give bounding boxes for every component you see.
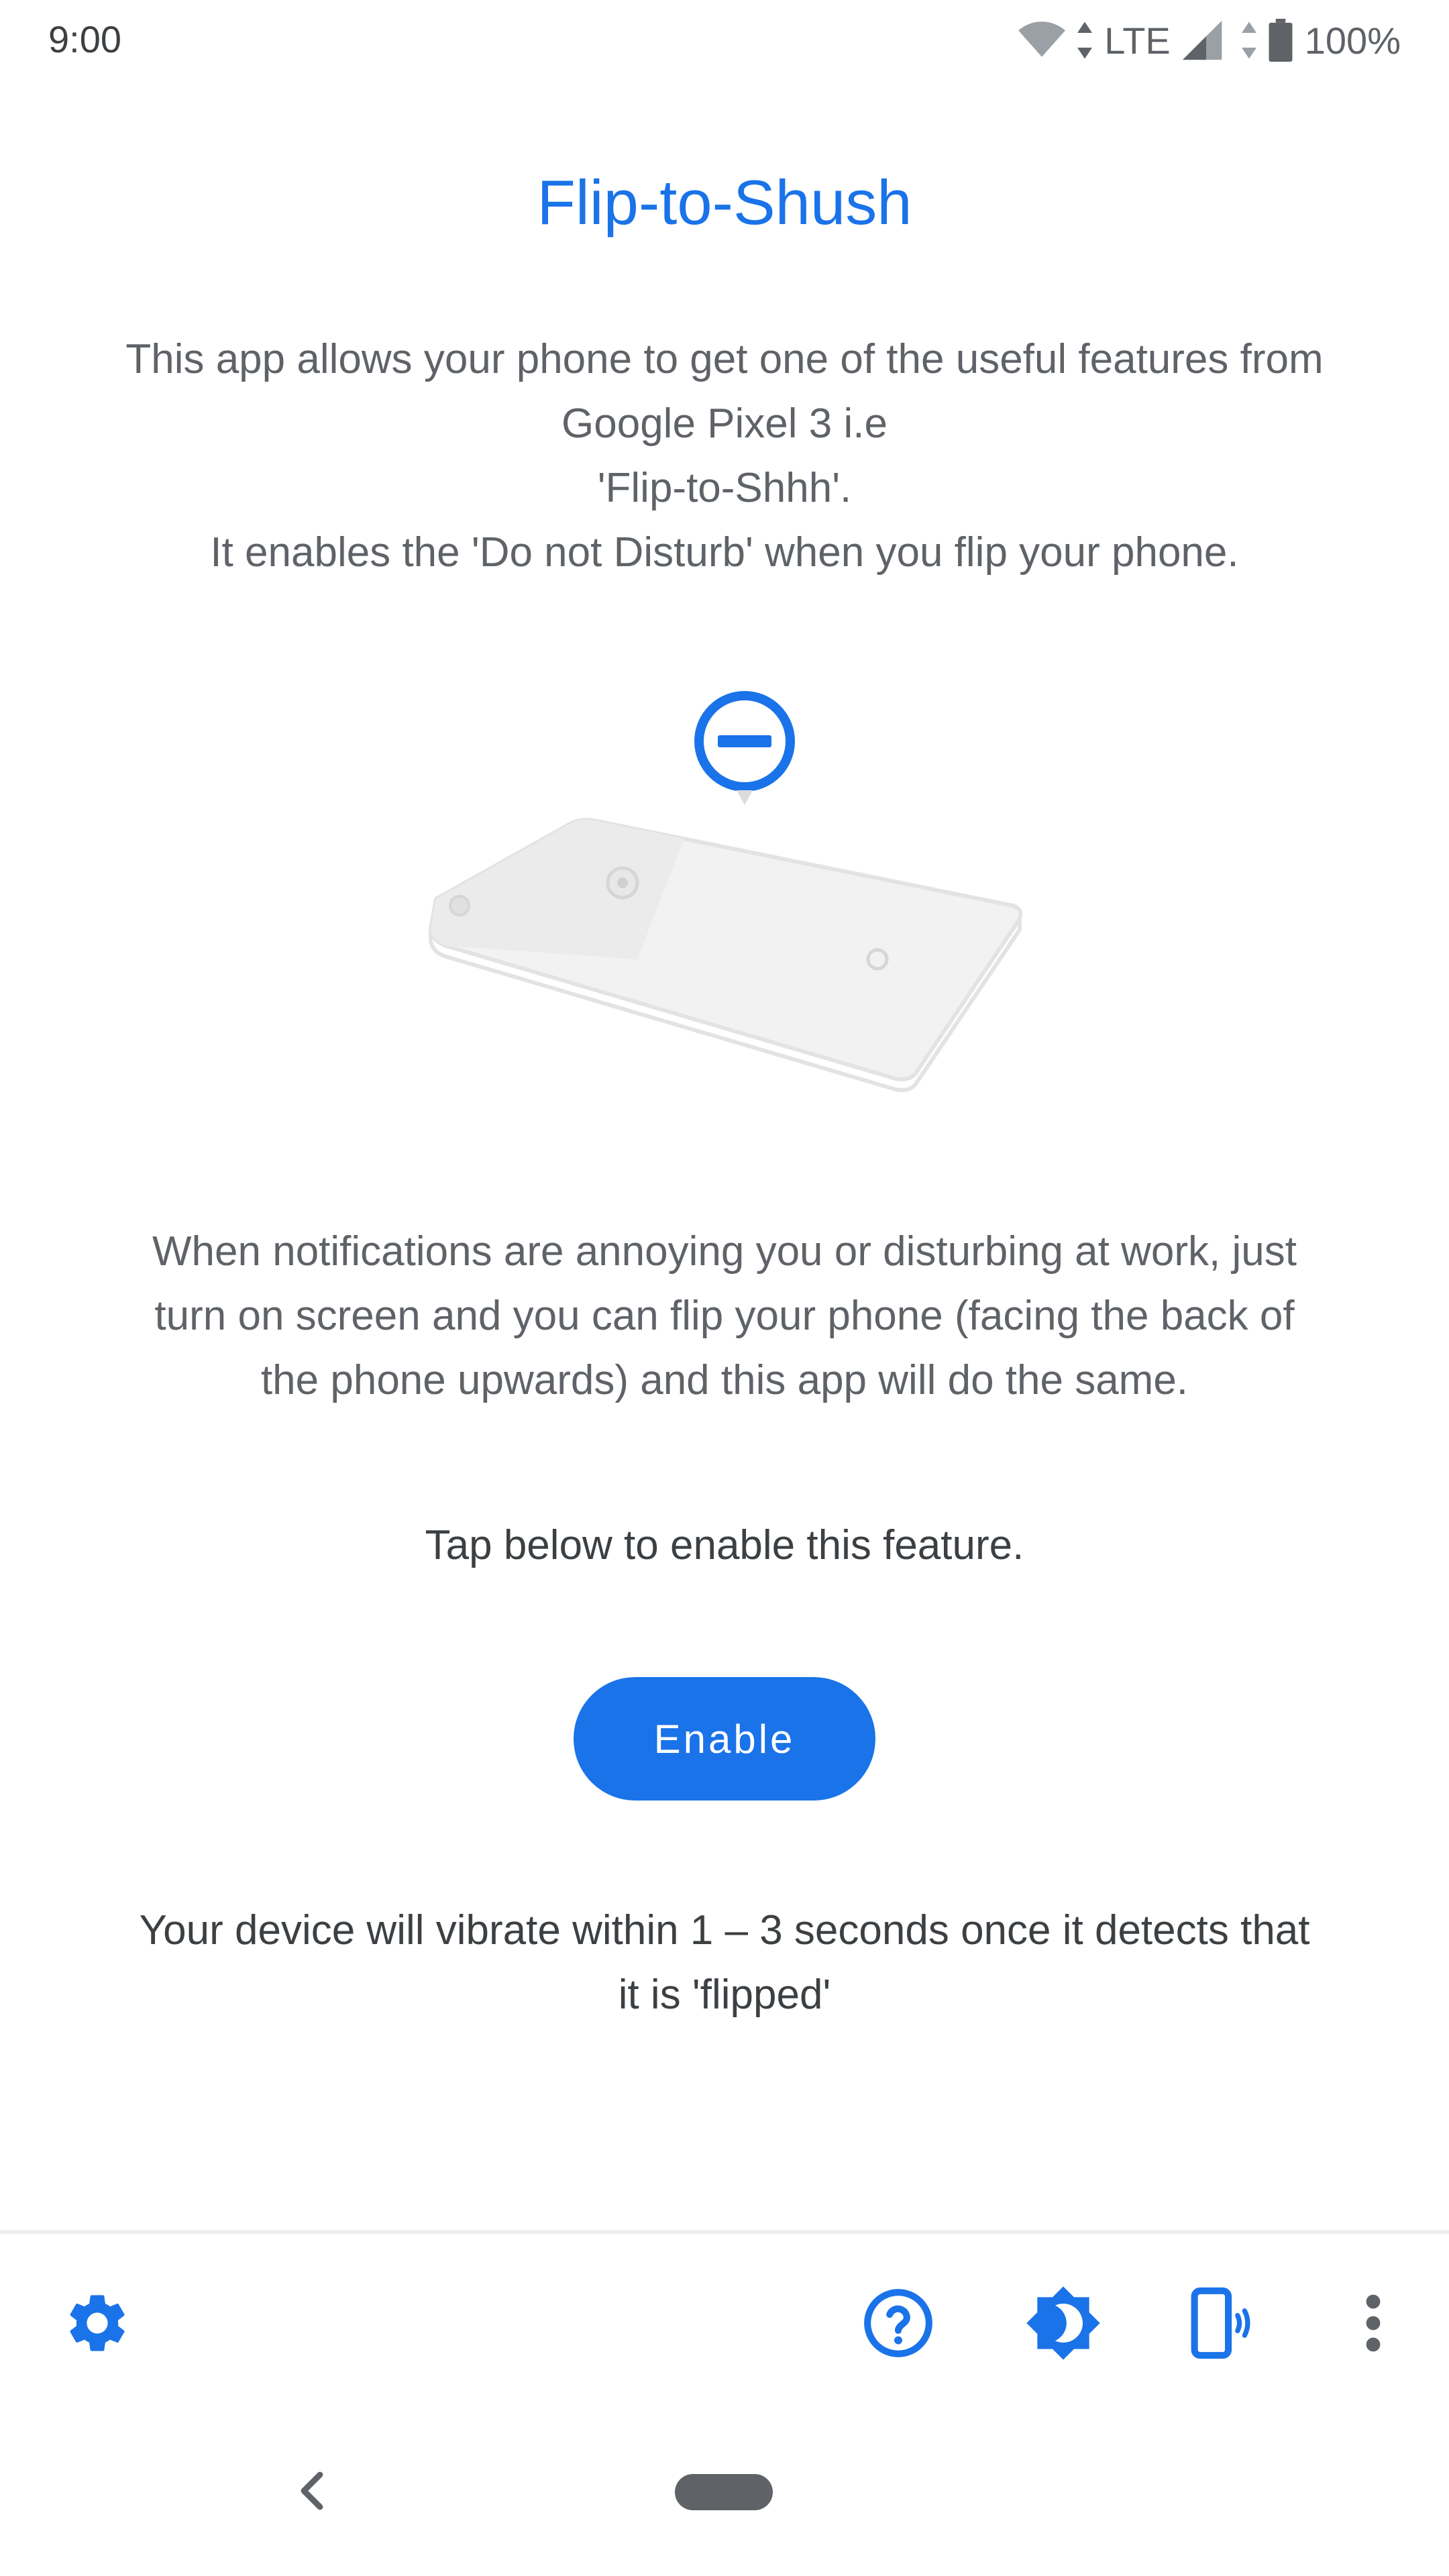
status-bar: 9:00 LTE 100% [0, 0, 1449, 80]
tap-instruction: Tap below to enable this feature. [425, 1522, 1024, 1568]
flip-phone-illustration [416, 678, 1033, 1093]
paragraph-line: the phone upwards) and this app will do … [260, 1357, 1189, 1403]
data-arrows-icon [1077, 21, 1093, 59]
wifi-icon [1018, 21, 1066, 59]
brightness-icon [1024, 2284, 1102, 2365]
paragraph-line: turn on screen and you can flip your pho… [154, 1293, 1295, 1339]
status-time: 9:00 [48, 18, 121, 60]
brightness-button[interactable] [1026, 2286, 1100, 2361]
description-line: 'Flip-to-Shhh'. [597, 465, 852, 511]
description: This app allows your phone to get one of… [67, 327, 1382, 585]
settings-button[interactable] [60, 2288, 134, 2361]
battery-percent: 100% [1304, 19, 1401, 62]
home-pill[interactable] [675, 2474, 773, 2510]
status-icons: LTE 100% [1018, 13, 1401, 67]
vibrate-note: Your device will vibrate within 1 – 3 se… [67, 1898, 1382, 2027]
more-vert-icon [1360, 2291, 1387, 2359]
enable-button[interactable]: Enable [574, 1677, 875, 1801]
help-icon [861, 2286, 935, 2363]
description-line: Google Pixel 3 i.e [561, 400, 888, 447]
description-line: This app allows your phone to get one of… [125, 336, 1324, 382]
data-arrows-icon [1241, 21, 1256, 59]
description-line: It enables the 'Do not Disturb' when you… [210, 529, 1239, 576]
page-title: Flip-to-Shush [537, 167, 912, 237]
help-button[interactable] [861, 2288, 935, 2361]
paragraph-line: When notifications are annoying you or d… [152, 1228, 1297, 1275]
network-type: LTE [1104, 19, 1171, 62]
vibrate-button[interactable] [1181, 2286, 1254, 2363]
do-not-disturb-icon [694, 691, 795, 805]
more-options-button[interactable] [1336, 2288, 1410, 2361]
cell-signal-icon [1182, 20, 1230, 60]
vibrate-icon [1181, 2286, 1254, 2363]
settings-icon [62, 2288, 132, 2361]
note-line: Your device will vibrate within 1 – 3 se… [139, 1907, 1310, 1953]
back-button[interactable] [288, 2462, 335, 2522]
phone-shape [428, 818, 1023, 1092]
back-arrow-icon [299, 2469, 325, 2516]
toolbar-divider [0, 2230, 1449, 2234]
instruction-paragraph: When notifications are annoying you or d… [67, 1220, 1382, 1413]
note-line: it is 'flipped' [618, 1972, 831, 2018]
battery-icon [1269, 19, 1293, 62]
